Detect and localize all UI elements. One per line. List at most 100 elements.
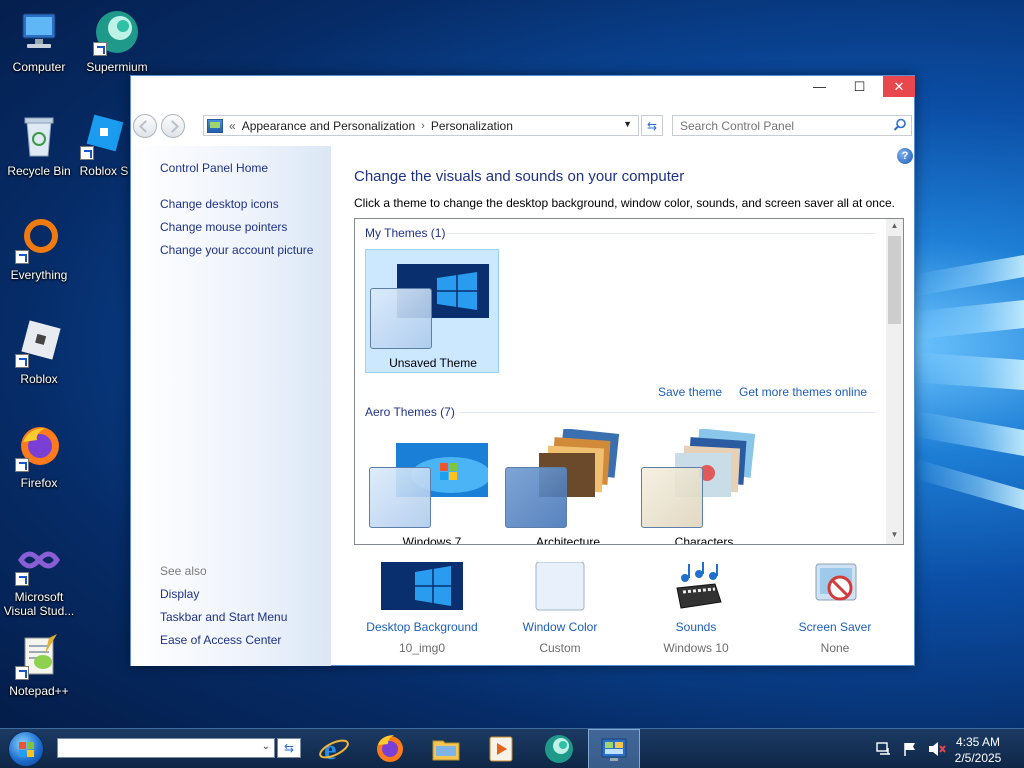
address-bar-row: « Appearance and Personalization › Perso… [131, 112, 916, 138]
desktop-background-icon [381, 562, 463, 612]
desktop-icon-roblox-studio[interactable]: Roblox S [78, 112, 130, 178]
volume-muted-icon[interactable] [928, 741, 946, 757]
sounds-label[interactable]: Sounds [631, 620, 761, 634]
taskbar-file-explorer[interactable] [420, 729, 472, 768]
scroll-down-arrow-icon[interactable]: ▼ [889, 530, 900, 542]
breadcrumb-separator[interactable]: › [421, 120, 425, 132]
minimize-button[interactable]: — [803, 76, 836, 97]
sounds-value: Windows 10 [663, 641, 729, 655]
chevron-down-icon[interactable]: ⌄ [262, 741, 270, 752]
title-bar[interactable]: — ☐ ✕ [131, 76, 915, 98]
desktop-icon-supermium[interactable]: Supermium [78, 8, 156, 74]
see-also-label: See also [160, 564, 207, 578]
back-button[interactable] [133, 114, 157, 138]
taskbar-control-panel[interactable] [588, 729, 640, 768]
sounds-item[interactable]: Sounds Windows 10 [631, 562, 761, 655]
theme-tile-unsaved[interactable]: Unsaved Theme [365, 249, 499, 373]
roblox-studio-icon [80, 112, 128, 160]
theme-name: Characters [674, 535, 734, 545]
search-box[interactable] [672, 115, 912, 136]
aero-themes-header: Aero Themes (7) [365, 405, 455, 419]
control-panel-icon [601, 738, 627, 761]
scrollbar-thumb[interactable] [888, 236, 901, 324]
desktop-icon-everything[interactable]: Everything [0, 216, 78, 282]
change-mouse-pointers-link[interactable]: Change mouse pointers [160, 220, 287, 234]
taskbar-media-player[interactable] [475, 729, 527, 768]
window-color-label[interactable]: Window Color [495, 620, 625, 634]
desktop-background-item[interactable]: Desktop Background 10_img0 [357, 562, 487, 655]
network-icon[interactable] [876, 741, 892, 757]
visual-studio-icon [15, 538, 63, 586]
desktop-icon-computer[interactable]: Computer [0, 8, 78, 74]
taskbar-start-menu-link[interactable]: Taskbar and Start Menu [160, 610, 287, 624]
folder-icon [432, 740, 460, 761]
search-icon[interactable] [893, 118, 907, 132]
close-button[interactable]: ✕ [883, 76, 915, 97]
change-desktop-icons-link[interactable]: Change desktop icons [160, 197, 279, 211]
refresh-button[interactable]: ⇆ [641, 115, 663, 136]
system-tray [876, 729, 946, 768]
address-bar[interactable]: « Appearance and Personalization › Perso… [203, 115, 639, 136]
firefox-icon [15, 424, 63, 472]
taskbar-firefox[interactable] [364, 729, 416, 768]
theme-list: My Themes (1) Unsaved Theme Save theme G… [354, 218, 904, 545]
breadcrumb-appearance[interactable]: Appearance and Personalization [242, 119, 415, 133]
clock-time: 4:35 AM [955, 735, 1001, 749]
save-theme-link[interactable]: Save theme [658, 385, 722, 399]
personalization-window: — ☐ ✕ « Appearance and Personalization ›… [130, 75, 915, 666]
change-account-picture-link[interactable]: Change your account picture [160, 243, 313, 257]
action-center-flag-icon[interactable] [902, 741, 918, 757]
screen-saver-label[interactable]: Screen Saver [770, 620, 900, 634]
roblox-icon [15, 320, 63, 368]
theme-tile-characters[interactable]: Characters [637, 428, 771, 545]
window-color-value: Custom [539, 641, 581, 655]
ease-of-access-link[interactable]: Ease of Access Center [160, 633, 281, 647]
screen-saver-icon [794, 562, 876, 612]
taskbar-internet-explorer[interactable]: e [308, 729, 360, 768]
desktop-icon-roblox[interactable]: Roblox [0, 320, 78, 386]
theme-name: Unsaved Theme [389, 356, 477, 370]
desktop-background-label[interactable]: Desktop Background [357, 620, 487, 634]
desktop-icon-recycle-bin[interactable]: Recycle Bin [0, 112, 78, 178]
screen-saver-item[interactable]: Screen Saver None [770, 562, 900, 655]
taskbar-supermium[interactable] [533, 729, 585, 768]
theme-name: Windows 7 [402, 535, 462, 545]
window-color-item[interactable]: Window Color Custom [495, 561, 625, 655]
control-panel-home-link[interactable]: Control Panel Home [160, 161, 268, 175]
internet-explorer-icon: e [319, 735, 349, 765]
my-themes-header: My Themes (1) [365, 226, 446, 240]
breadcrumb-prefix[interactable]: « [229, 119, 236, 133]
windows-logo-icon [19, 742, 34, 757]
help-icon[interactable]: ? [897, 148, 913, 164]
firefox-icon [377, 735, 403, 762]
supermium-icon [545, 735, 573, 763]
scroll-up-arrow-icon[interactable]: ▲ [889, 221, 900, 233]
address-dropdown-icon[interactable]: ▼ [623, 119, 632, 129]
theme-name: Architecture [535, 535, 601, 545]
clock-date: 2/5/2025 [954, 751, 1002, 765]
taskbar-address-box[interactable]: ⌄ [57, 738, 275, 758]
display-link[interactable]: Display [160, 587, 199, 601]
theme-list-scrollbar[interactable]: ▲ ▼ [886, 219, 903, 544]
window-color-icon [519, 561, 601, 612]
forward-button[interactable] [161, 114, 185, 138]
taskbar: ⌄ ⇆ e 4:35 AM 2/5/2025 [0, 728, 1024, 768]
desktop-icon-visual-studio[interactable]: Microsoft Visual Stud... [0, 538, 78, 618]
start-button[interactable] [8, 731, 44, 767]
theme-tile-architecture[interactable]: Architecture [501, 428, 635, 545]
desktop-icon-notepad-plus-plus[interactable]: Notepad++ [0, 632, 78, 698]
clock[interactable]: 4:35 AM 2/5/2025 [948, 734, 1008, 766]
recycle-bin-icon [15, 112, 63, 160]
maximize-button[interactable]: ☐ [843, 76, 876, 97]
get-more-themes-link[interactable]: Get more themes online [739, 385, 867, 399]
media-player-icon [489, 736, 513, 762]
desktop-icon-firefox[interactable]: Firefox [0, 424, 78, 490]
screen-saver-value: None [820, 641, 850, 655]
taskbar-go-button[interactable]: ⇆ [277, 738, 301, 758]
notepad-plus-plus-icon [15, 632, 63, 680]
supermium-icon [93, 8, 141, 56]
search-input[interactable] [673, 116, 883, 135]
breadcrumb-personalization[interactable]: Personalization [431, 119, 513, 133]
theme-tile-windows-7[interactable]: Windows 7 [365, 429, 499, 545]
everything-search-icon [15, 216, 63, 264]
